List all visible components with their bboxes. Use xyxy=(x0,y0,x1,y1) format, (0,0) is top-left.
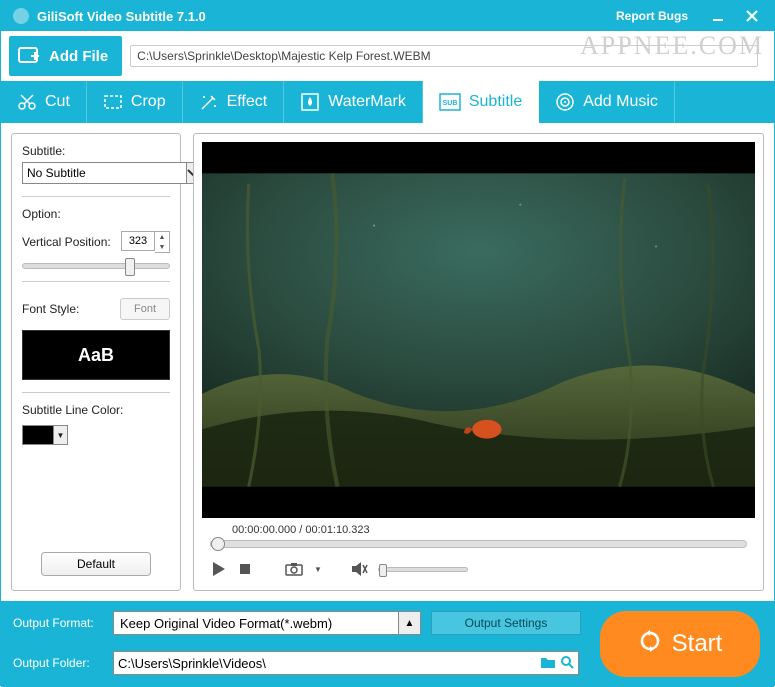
color-swatch-icon xyxy=(23,426,53,444)
output-format-label: Output Format: xyxy=(13,616,103,630)
divider xyxy=(22,281,170,282)
mute-button[interactable] xyxy=(350,561,368,577)
snapshot-dropdown-icon[interactable]: ▼ xyxy=(314,565,322,574)
output-format-select[interactable]: Keep Original Video Format(*.webm) ▲ xyxy=(113,611,421,635)
vpos-stepper[interactable]: ▲▼ xyxy=(121,231,170,253)
bottom-bar: Output Format: Keep Original Video Forma… xyxy=(1,601,774,687)
tab-watermark-label: WaterMark xyxy=(328,93,406,111)
option-label: Option: xyxy=(22,207,170,221)
subtitle-icon: SUB xyxy=(439,93,461,111)
vpos-slider[interactable] xyxy=(22,263,170,269)
tab-crop-label: Crop xyxy=(131,93,166,111)
stop-button[interactable] xyxy=(238,562,252,576)
toolbar: Add File C:\Users\Sprinkle\Desktop\Majes… xyxy=(1,31,774,81)
refresh-icon xyxy=(638,629,662,660)
tab-subtitle-label: Subtitle xyxy=(469,93,522,111)
font-preview: AaB xyxy=(22,330,170,380)
tab-effect-label: Effect xyxy=(227,93,268,111)
seek-handle[interactable] xyxy=(211,537,225,551)
slider-thumb[interactable] xyxy=(125,258,135,276)
spin-down-icon[interactable]: ▼ xyxy=(155,242,169,252)
content-area: Subtitle: Option: Vertical Position: ▲▼ … xyxy=(1,123,774,601)
tab-add-music-label: Add Music xyxy=(583,93,658,111)
chevron-up-icon[interactable]: ▲ xyxy=(398,612,420,634)
add-file-icon xyxy=(17,44,43,68)
default-button[interactable]: Default xyxy=(41,552,151,576)
video-preview[interactable] xyxy=(202,142,755,518)
spin-up-icon[interactable]: ▲ xyxy=(155,232,169,242)
font-style-label: Font Style: xyxy=(22,302,79,316)
drop-icon xyxy=(300,92,320,112)
start-label: Start xyxy=(672,630,723,658)
tab-crop[interactable]: Crop xyxy=(87,81,183,123)
font-button[interactable]: Font xyxy=(120,298,170,320)
app-title: GiliSoft Video Subtitle 7.1.0 xyxy=(37,9,206,24)
close-button[interactable] xyxy=(742,6,762,26)
output-folder-label: Output Folder: xyxy=(13,656,103,670)
divider xyxy=(22,196,170,197)
volume-slider[interactable] xyxy=(378,567,468,572)
player-panel: 00:00:00.000 / 00:01:10.323 ▼ xyxy=(193,133,764,591)
time-total: 00:01:10.323 xyxy=(305,524,369,536)
add-file-label: Add File xyxy=(49,48,108,65)
folder-icon[interactable] xyxy=(540,655,556,672)
output-format-value: Keep Original Video Format(*.webm) xyxy=(120,616,332,631)
line-color-label: Subtitle Line Color: xyxy=(22,403,170,417)
seekbar[interactable] xyxy=(210,540,747,548)
minimize-button[interactable] xyxy=(708,6,728,26)
line-color-picker[interactable]: ▼ xyxy=(22,425,68,445)
subtitle-select-input[interactable] xyxy=(22,162,187,184)
vpos-label: Vertical Position: xyxy=(22,235,111,249)
subtitle-label: Subtitle: xyxy=(22,144,170,158)
divider xyxy=(22,392,170,393)
vpos-input[interactable] xyxy=(121,231,155,251)
timecode: 00:00:00.000 / 00:01:10.323 xyxy=(232,524,755,536)
sidebar-panel: Subtitle: Option: Vertical Position: ▲▼ … xyxy=(11,133,181,591)
add-file-button[interactable]: Add File xyxy=(9,36,122,76)
tab-subtitle[interactable]: SUB Subtitle xyxy=(423,81,539,123)
filepath-text: C:\Users\Sprinkle\Desktop\Majestic Kelp … xyxy=(137,49,430,63)
watermark-text: APPNEE.COM xyxy=(580,31,764,61)
tab-effect[interactable]: Effect xyxy=(183,81,285,123)
crop-icon xyxy=(103,94,123,110)
tab-watermark[interactable]: WaterMark xyxy=(284,81,423,123)
wand-icon xyxy=(199,92,219,112)
tab-add-music[interactable]: Add Music xyxy=(539,81,675,123)
output-settings-button[interactable]: Output Settings xyxy=(431,611,581,635)
tabs: Cut Crop Effect WaterMark SUB Subtitle Ad… xyxy=(1,81,774,123)
app-logo-icon xyxy=(13,8,29,24)
snapshot-button[interactable] xyxy=(284,561,304,577)
start-button[interactable]: Start xyxy=(600,611,760,677)
output-folder-field[interactable]: C:\Users\Sprinkle\Videos\ xyxy=(113,651,579,675)
tab-cut[interactable]: Cut xyxy=(1,81,87,123)
tab-cut-label: Cut xyxy=(45,93,70,111)
output-folder-value: C:\Users\Sprinkle\Videos\ xyxy=(118,656,266,671)
music-icon xyxy=(555,92,575,112)
scissors-icon xyxy=(17,92,37,112)
svg-text:SUB: SUB xyxy=(442,100,457,107)
time-current: 00:00:00.000 xyxy=(232,524,296,536)
search-icon[interactable] xyxy=(560,655,574,672)
player-controls: ▼ xyxy=(210,560,747,578)
volume-handle[interactable] xyxy=(379,564,387,577)
report-bugs-link[interactable]: Report Bugs xyxy=(616,9,688,23)
chevron-down-icon[interactable]: ▼ xyxy=(53,426,67,444)
play-button[interactable] xyxy=(210,560,228,578)
subtitle-select[interactable] xyxy=(22,162,170,184)
titlebar: GiliSoft Video Subtitle 7.1.0 Report Bug… xyxy=(1,1,774,31)
